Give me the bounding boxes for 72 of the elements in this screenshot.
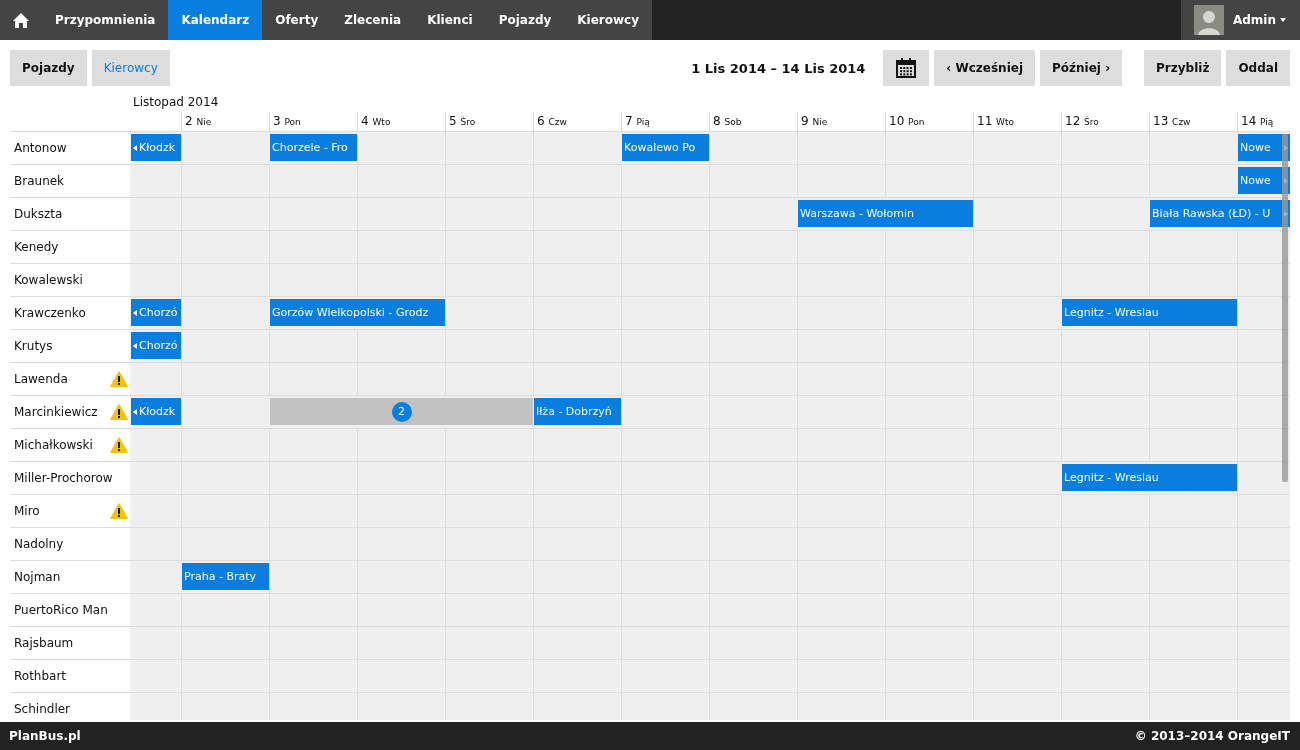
home-icon[interactable] <box>12 11 30 29</box>
driver-name: Kenedy <box>14 240 59 254</box>
trip-bar[interactable]: Chorzele - Fro <box>270 134 357 161</box>
driver-name: Schindler <box>14 702 71 716</box>
trip-title: Iłża - Dobrzyń <box>536 405 612 418</box>
trip-bar[interactable]: Kłodzk <box>131 134 181 161</box>
trip-title: Nowe <box>1240 141 1271 154</box>
trip-title: Chorzele - Fro <box>272 141 348 154</box>
period-button[interactable]: ‹ Wcześniej <box>934 50 1035 86</box>
zoom-button[interactable]: Oddal <box>1226 50 1290 86</box>
driver-name: Rothbart <box>14 669 67 683</box>
date-range: 1 Lis 2014 – 14 Lis 2014 <box>691 60 866 76</box>
driver-name: Miller-Prochorow <box>14 471 113 485</box>
trip-bar[interactable]: Praha - Braty <box>182 563 269 590</box>
trip-title: Biała Rawska (ŁD) - U <box>1152 207 1271 220</box>
avatar-icon[interactable] <box>1193 5 1224 35</box>
nav-tab[interactable]: Pojazdy <box>485 0 565 40</box>
trip-title: Legnitz - Wreslau <box>1064 306 1159 319</box>
nav-tab[interactable]: Klienci <box>414 0 486 40</box>
copyright-text: © 2013–2014 OrangeIT <box>1134 729 1290 743</box>
zoom-button[interactable]: Przybliż <box>1144 50 1222 86</box>
trip-title: Chorzó <box>139 339 178 352</box>
view-tab[interactable]: Kierowcy <box>91 50 170 86</box>
month-label: Listopad 2014 <box>132 94 220 110</box>
trip-bar[interactable]: Biała Rawska (ŁD) - U <box>1150 200 1290 227</box>
trip-title: Gorzów Wielkopolski - Grodz <box>272 306 429 319</box>
trip-bar[interactable]: Legnitz - Wreslau <box>1062 299 1237 326</box>
nav-tab[interactable]: Kalendarz <box>168 0 263 40</box>
calendar-button[interactable] <box>883 50 930 86</box>
driver-name: Marcinkiewicz <box>14 405 98 419</box>
trip-title: Nowe <box>1240 174 1271 187</box>
caret-icon <box>1280 18 1286 22</box>
trip-title: Praha - Braty <box>184 570 256 583</box>
trip-bar[interactable]: Legnitz - Wreslau <box>1062 464 1237 491</box>
driver-name: Michałkowski <box>14 438 93 452</box>
driver-name: Braunek <box>14 174 65 188</box>
trip-title: Legnitz - Wreslau <box>1064 471 1159 484</box>
driver-name: PuertoRico Man <box>14 603 108 617</box>
nav-tab[interactable]: Oferty <box>262 0 332 40</box>
user-menu[interactable]: Admin <box>1232 13 1286 27</box>
trip-title: Kłodzk <box>139 405 176 418</box>
period-button[interactable]: Później › <box>1040 50 1123 86</box>
nav-tab[interactable]: Zlecenia <box>331 0 415 40</box>
driver-name: Miro <box>14 504 40 518</box>
brand-label: PlanBus.pl <box>9 729 81 743</box>
trip-title: Kłodzk <box>139 141 176 154</box>
trip-title: Chorzó <box>139 306 178 319</box>
calendar-icon <box>896 58 917 78</box>
driver-name: Kowalewski <box>14 273 83 287</box>
driver-name: Krutys <box>14 339 53 353</box>
driver-name: Nadolny <box>14 537 64 551</box>
grouped-trips-bar[interactable]: 2 <box>270 398 533 425</box>
driver-name: Nojman <box>14 570 61 584</box>
driver-name: Lawenda <box>14 372 68 386</box>
driver-name: Rajsbaum <box>14 636 74 650</box>
trip-bar[interactable]: Gorzów Wielkopolski - Grodz <box>270 299 445 326</box>
trip-bar[interactable]: Kłodzk <box>131 398 181 425</box>
driver-name: Krawczenko <box>14 306 86 320</box>
trip-bar[interactable]: Iłża - Dobrzyń <box>534 398 621 425</box>
nav-tab[interactable]: Przypomnienia <box>42 0 169 40</box>
trip-bar[interactable]: Warszawa - Wołomin <box>798 200 973 227</box>
scrollbar[interactable] <box>1282 134 1288 482</box>
trip-bar[interactable]: Kowalewo Po <box>622 134 709 161</box>
trip-bar[interactable]: Chorzó <box>131 299 181 326</box>
nav-tab[interactable]: Kierowcy <box>564 0 653 40</box>
driver-name: Dukszta <box>14 207 63 221</box>
trip-title: Warszawa - Wołomin <box>800 207 914 220</box>
driver-name: Antonow <box>14 141 67 155</box>
view-tab[interactable]: Pojazdy <box>10 50 87 86</box>
count-badge: 2 <box>391 401 412 422</box>
trip-bar[interactable]: Chorzó <box>131 332 181 359</box>
trip-title: Kowalewo Po <box>624 141 696 154</box>
